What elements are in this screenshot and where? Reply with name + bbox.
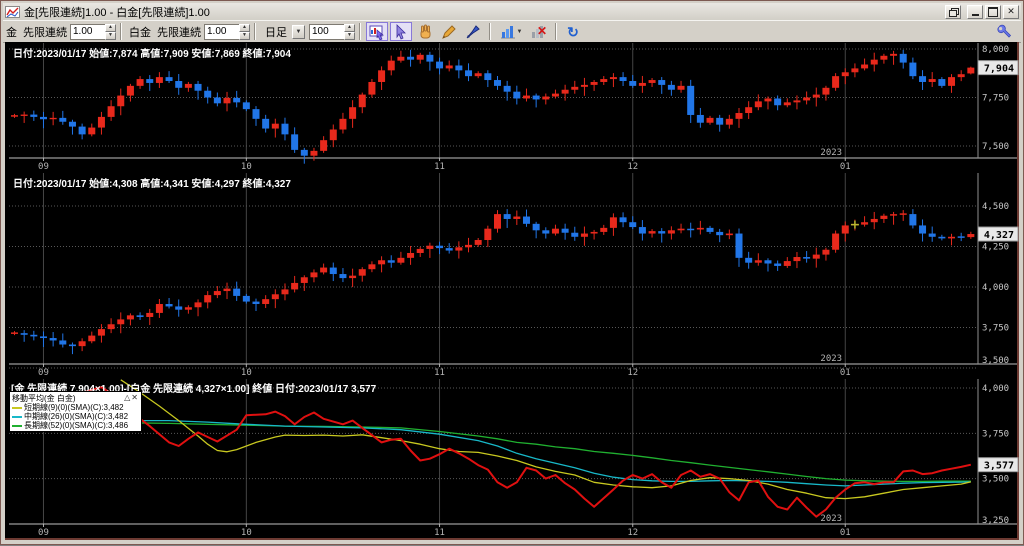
svg-text:3,577: 3,577 <box>984 461 1014 472</box>
gold-chart-header: 日付:2023/01/17 始値:7,874 高値:7,909 安値:7,869… <box>13 49 291 60</box>
svg-text:3,750: 3,750 <box>982 429 1009 439</box>
platinum-chart-header: 日付:2023/01/17 始値:4,308 高値:4,341 安値:4,297… <box>13 179 291 190</box>
svg-text:10: 10 <box>241 368 252 378</box>
svg-text:4,000: 4,000 <box>982 283 1009 293</box>
svg-text:3,500: 3,500 <box>982 475 1009 485</box>
svg-text:09: 09 <box>38 368 49 378</box>
legend-row-long-ma: 長期線(52)(0)(SMA)(C):3,486 <box>12 421 139 430</box>
svg-text:2023: 2023 <box>820 514 842 524</box>
svg-text:01: 01 <box>840 162 851 172</box>
short-ma-swatch <box>12 406 22 409</box>
svg-text:12: 12 <box>627 528 638 538</box>
svg-text:01: 01 <box>840 528 851 538</box>
legend-collapse-close-buttons[interactable]: △✕ <box>124 393 139 403</box>
svg-text:2023: 2023 <box>820 354 842 364</box>
long-ma-swatch <box>12 424 22 427</box>
svg-text:7,500: 7,500 <box>982 142 1009 152</box>
svg-text:11: 11 <box>434 368 445 378</box>
svg-text:10: 10 <box>241 162 252 172</box>
moving-average-legend[interactable]: 移動平均(金 白金) △✕ 短期線(9)(0)(SMA)(C):3,482 中期… <box>9 391 142 432</box>
svg-text:11: 11 <box>434 162 445 172</box>
svg-text:01: 01 <box>840 368 851 378</box>
svg-text:4,500: 4,500 <box>982 202 1009 212</box>
svg-text:4,250: 4,250 <box>982 243 1009 253</box>
svg-text:3,750: 3,750 <box>982 324 1009 334</box>
svg-text:2023: 2023 <box>820 148 842 158</box>
svg-text:11: 11 <box>434 528 445 538</box>
charts-canvas[interactable]: 09 10 11 12 01 8,000 7,750 7,500 2023 7,904 09 10 11… <box>1 1 1024 546</box>
svg-text:7,750: 7,750 <box>982 94 1009 104</box>
svg-text:09: 09 <box>38 162 49 172</box>
svg-text:12: 12 <box>627 162 638 172</box>
svg-text:12: 12 <box>627 368 638 378</box>
svg-text:09: 09 <box>38 528 49 538</box>
svg-text:4,000: 4,000 <box>982 384 1009 394</box>
svg-text:8,000: 8,000 <box>982 45 1009 55</box>
svg-text:10: 10 <box>241 528 252 538</box>
chart-window: 金[先限連続]1.00 - 白金[先限連続]1.00 ✕ 金 先限連続 1.00… <box>0 0 1024 545</box>
svg-text:4,327: 4,327 <box>984 230 1014 241</box>
mid-ma-swatch <box>12 415 22 418</box>
svg-text:7,904: 7,904 <box>984 64 1014 75</box>
long-ma-label: 長期線(52)(0)(SMA)(C):3,486 <box>24 421 129 430</box>
